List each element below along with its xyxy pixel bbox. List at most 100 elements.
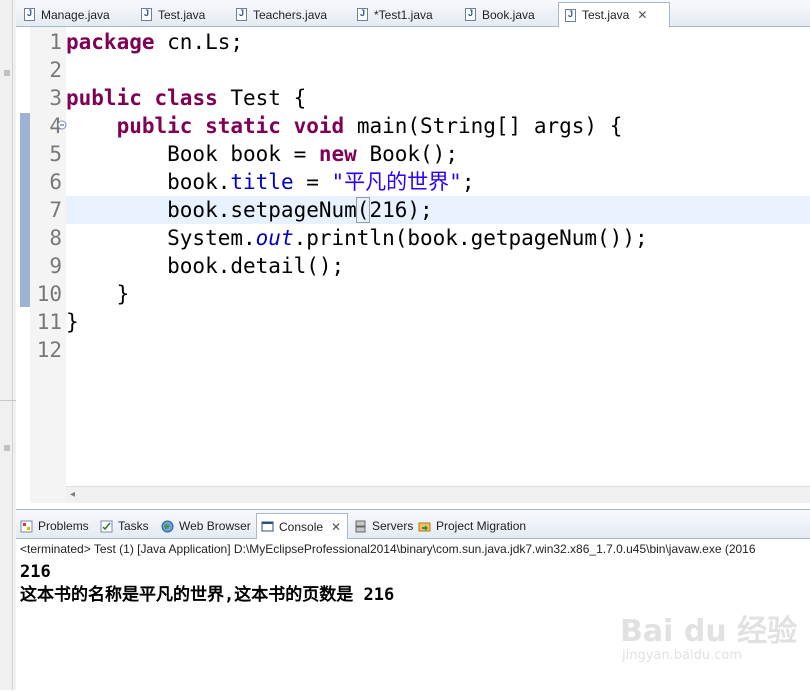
code-line-9: book.detail();	[66, 252, 810, 280]
scroll-left-icon[interactable]: ◂	[70, 489, 75, 500]
panel-tab-bar: Problems Tasks Web Browser Console ✕ Ser…	[16, 510, 810, 539]
change-bar	[20, 113, 30, 307]
tab-label: Project Migration	[436, 519, 527, 533]
code-line-8: System.out.println(book.getpageNum());	[66, 224, 810, 252]
console-output-line: 这本书的名称是平凡的世界,这本书的页数是 216	[20, 585, 395, 605]
editor-tab-bar: Manage.java Test.java Teachers.java *Tes…	[16, 0, 810, 27]
code-line-7-current: book.setpageNum(216);	[66, 196, 810, 224]
tasks-icon	[100, 520, 113, 532]
tab-console[interactable]: Console ✕	[256, 513, 349, 539]
editor-tab-label: Manage.java	[41, 7, 110, 22]
tab-servers[interactable]: Servers	[354, 514, 413, 538]
strip-edge	[12, 0, 13, 690]
java-file-icon	[141, 8, 152, 21]
horizontal-scrollbar[interactable]: ◂	[66, 486, 810, 503]
tab-label: Tasks	[118, 519, 149, 533]
editor-tab-book[interactable]: Book.java	[465, 3, 535, 26]
code-text: .println(book.getpageNum());	[293, 226, 648, 250]
strip-marker[interactable]	[4, 445, 10, 451]
code-line-6: book.title = "平凡的世界";	[66, 168, 810, 196]
baidu-watermark: Bai du 经验 jingyan.baidu.com	[620, 606, 800, 666]
code-text: }	[66, 310, 79, 334]
editor-tab-label: Test.java	[582, 8, 630, 22]
java-file-icon	[565, 8, 576, 22]
problems-icon	[20, 520, 33, 532]
migration-icon	[418, 522, 431, 531]
line-number: 3	[49, 86, 62, 110]
keyword: static	[205, 114, 281, 138]
tab-tasks[interactable]: Tasks	[100, 514, 149, 538]
code-text: book.setpageNum	[66, 198, 357, 222]
code-text: Book();	[356, 142, 458, 166]
line-number: 2	[49, 58, 62, 82]
static-field: out	[255, 226, 294, 250]
java-file-icon	[465, 8, 476, 21]
tab-problems[interactable]: Problems	[20, 514, 89, 538]
watermark-brand: Bai du 经验	[620, 614, 798, 649]
code-text: book.	[66, 170, 231, 194]
tab-project-migration[interactable]: Project Migration	[418, 514, 526, 538]
java-file-icon	[24, 8, 35, 21]
line-number: 11	[36, 310, 62, 334]
strip-marker[interactable]	[4, 70, 10, 76]
tab-label: Problems	[38, 519, 89, 533]
left-view-strip	[0, 0, 16, 690]
field-name: title	[230, 170, 294, 194]
editor-tab-test1[interactable]: *Test1.java	[357, 3, 433, 26]
code-text: System.	[66, 226, 256, 250]
line-number: 10	[36, 282, 62, 306]
console-status-line: <terminated> Test (1) [Java Application]…	[20, 542, 756, 556]
code-text: ;	[461, 170, 475, 194]
line-number: 1	[49, 30, 62, 54]
line-number: 9	[49, 254, 62, 278]
code-line-1: package cn.Ls;	[66, 28, 810, 56]
code-text: }	[66, 282, 130, 306]
line-number: 6	[49, 170, 62, 194]
tab-label: Web Browser	[179, 519, 251, 533]
code-line-4: public static void main(String[] args) {	[66, 112, 810, 140]
code-text: book.detail();	[66, 254, 345, 278]
watermark-url: jingyan.baidu.com	[622, 648, 742, 663]
overview-ruler	[16, 27, 30, 503]
code-text: cn.Ls;	[154, 30, 244, 54]
keyword: public	[116, 114, 193, 138]
line-number: 5	[49, 142, 62, 166]
tab-web-browser[interactable]: Web Browser	[161, 514, 251, 538]
code-text: 216);	[369, 198, 433, 222]
keyword: void	[293, 114, 345, 138]
console-icon	[261, 521, 274, 532]
editor-tab-label: Test.java	[158, 7, 206, 22]
editor-tab-manage[interactable]: Manage.java	[24, 3, 110, 26]
editor-tab-test[interactable]: Test.java	[141, 3, 205, 26]
code-text: Test {	[217, 86, 307, 110]
keyword: class	[154, 86, 218, 110]
editor-tab-label: *Test1.java	[374, 7, 433, 22]
tab-label: Servers	[372, 519, 414, 533]
code-line-5: Book book = new Book();	[66, 140, 810, 168]
code-text: main(String[] args) {	[344, 114, 623, 138]
editor-tab-label: Book.java	[482, 7, 535, 22]
line-number: 7	[49, 198, 62, 222]
code-line-3: public class Test {	[66, 84, 810, 112]
line-number-gutter: 1 2 3 4 5 6 7 8 9 10 11 12	[30, 27, 66, 503]
keyword: new	[318, 142, 357, 166]
code-line-11: }	[66, 308, 810, 336]
strip-separator	[0, 400, 16, 401]
editor-tab-test-active[interactable]: Test.java ✕	[558, 2, 670, 27]
code-text-area[interactable]: package cn.Ls; public class Test { publi…	[66, 27, 810, 486]
java-file-icon	[357, 8, 368, 21]
string-literal: "平凡的世界"	[331, 170, 462, 194]
line-number: 8	[49, 226, 62, 250]
code-text: Book book =	[66, 142, 319, 166]
tab-label: Console	[279, 519, 324, 534]
matching-bracket: (	[355, 197, 371, 223]
close-tab-icon[interactable]: ✕	[637, 8, 647, 22]
code-line-10: }	[66, 280, 810, 308]
editor-tab-label: Teachers.java	[253, 7, 328, 22]
globe-icon	[161, 520, 174, 532]
editor-tab-teachers[interactable]: Teachers.java	[236, 3, 327, 26]
close-console-icon[interactable]: ✕	[331, 520, 341, 534]
keyword: public	[66, 86, 142, 110]
code-editor[interactable]: 1 2 3 4 5 6 7 8 9 10 11 12 package cn.Ls…	[16, 27, 810, 503]
